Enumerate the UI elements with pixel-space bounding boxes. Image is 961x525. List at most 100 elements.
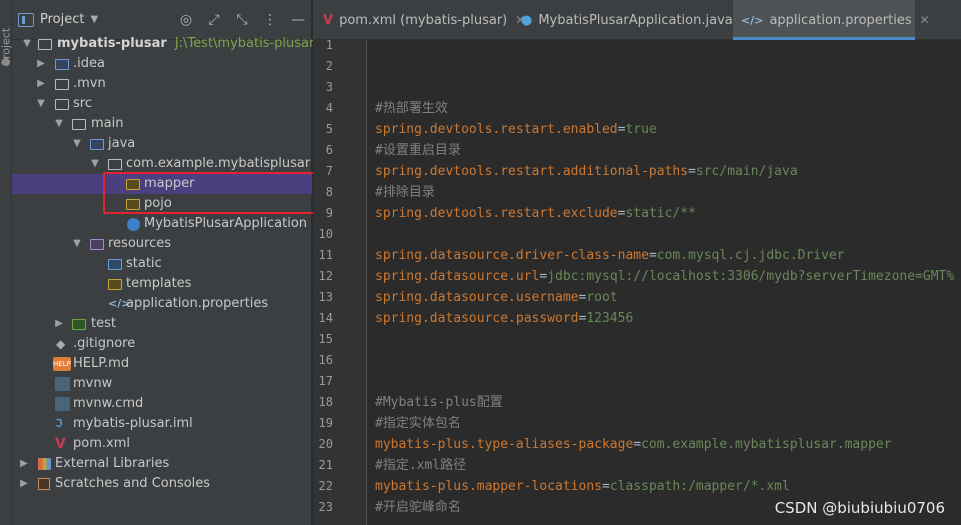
- tree-item-help-md[interactable]: HELP HELP.md: [12, 354, 312, 374]
- line-number: 7: [325, 164, 333, 178]
- line-number-gutter: 1 2 3 4 5 6 7 8 9 10 11 12 13 14 15 16 17 18 19 20 21 22 23: [313, 38, 367, 525]
- tree-item-mvnw[interactable]: mvnw: [12, 374, 312, 394]
- chevron-down-icon[interactable]: ▼: [90, 14, 98, 25]
- tree-item-idea[interactable]: ▶ .idea: [12, 54, 312, 74]
- tree-item-label: application.properties: [126, 296, 269, 311]
- script-file-icon: [55, 377, 70, 391]
- markdown-icon: HELP: [53, 357, 71, 371]
- tab-application-java[interactable]: ● MybatisPlusarApplication.java: [511, 0, 733, 40]
- property-value: com.example.mybatisplusar.mapper: [641, 437, 892, 452]
- hide-panel-icon[interactable]: —: [291, 12, 305, 28]
- side-tool-strip[interactable]: Project: [0, 0, 13, 525]
- chevron-down-icon[interactable]: ▼: [22, 34, 32, 54]
- line-number: 23: [318, 500, 333, 514]
- code-line: spring.devtools.restart.exclude=static/*…: [375, 203, 696, 224]
- code-line: #指定实体包名: [375, 413, 461, 434]
- tree-item-resources[interactable]: ▼ resources: [12, 234, 312, 254]
- tree-item-main[interactable]: ▼ main: [12, 114, 312, 134]
- line-number: 4: [325, 101, 333, 115]
- line-number: 3: [325, 80, 333, 94]
- tree-item-iml[interactable]: ℑ mybatis-plusar.iml: [12, 414, 312, 434]
- expand-all-icon[interactable]: ⤢: [207, 12, 221, 28]
- close-icon[interactable]: ✕: [920, 13, 930, 27]
- tree-item-src[interactable]: ▼ src: [12, 94, 312, 114]
- options-icon[interactable]: ⋮: [263, 12, 277, 28]
- chevron-right-icon[interactable]: ▶: [54, 314, 64, 334]
- tree-item-label: test: [91, 316, 116, 331]
- tree-item-application-properties[interactable]: </> application.properties: [12, 294, 312, 314]
- locate-icon[interactable]: ◎: [179, 12, 193, 28]
- chevron-right-icon[interactable]: ▶: [36, 54, 46, 74]
- tree-item-label: templates: [126, 276, 192, 291]
- tree-item-package[interactable]: ▼ com.example.mybatisplusar: [12, 154, 312, 174]
- code-line: #Mybatis-plus配置: [375, 392, 503, 413]
- project-icon: [18, 12, 34, 27]
- tool-window-icon[interactable]: [2, 58, 10, 66]
- script-file-icon: [55, 397, 70, 411]
- tree-item-mvn[interactable]: ▶ .mvn: [12, 74, 312, 94]
- folder-icon: [108, 259, 122, 270]
- property-key: spring.datasource.password: [375, 311, 579, 326]
- resources-folder-icon: [90, 239, 104, 250]
- chevron-down-icon[interactable]: ▼: [36, 94, 46, 114]
- chevron-down-icon[interactable]: ▼: [72, 134, 82, 154]
- folder-icon: [55, 99, 69, 110]
- tree-item-gitignore[interactable]: ◆ .gitignore: [12, 334, 312, 354]
- line-number: 21: [318, 458, 333, 472]
- tree-item-label: static: [126, 256, 162, 271]
- module-folder-icon: [38, 39, 52, 50]
- code-line: spring.datasource.password=123456: [375, 308, 633, 329]
- tab-pom-xml[interactable]: V pom.xml (mybatis-plusar) ✕: [313, 0, 525, 40]
- property-value: classpath:/mapper/*.xml: [609, 479, 790, 494]
- comment-text: #Mybatis-plus配置: [375, 395, 503, 410]
- code-editor[interactable]: 1 2 3 4 5 6 7 8 9 10 11 12 13 14 15 16 17 18 19 20 21 22 23 #热…: [313, 38, 961, 525]
- chevron-down-icon[interactable]: ▼: [90, 154, 100, 174]
- project-path: J:\Test\mybatis-plusar: [174, 36, 315, 51]
- line-number: 13: [318, 290, 333, 304]
- libraries-icon: [38, 458, 51, 470]
- property-key: spring.devtools.restart.exclude: [375, 206, 618, 221]
- tab-label: application.properties: [769, 12, 912, 28]
- tree-item-label: mybatis-plusar.iml: [73, 416, 193, 431]
- class-icon: ●: [521, 12, 533, 28]
- line-number: 6: [325, 143, 333, 157]
- chevron-right-icon[interactable]: ▶: [36, 74, 46, 94]
- tree-item-label: src: [73, 96, 92, 111]
- tree-item-mybatis-plusar[interactable]: ▼ mybatis-plusar J:\Test\mybatis-plusar: [12, 34, 315, 54]
- project-view-selector[interactable]: Project: [40, 12, 84, 27]
- tree-item-pom-xml[interactable]: V pom.xml: [12, 434, 312, 454]
- collapse-all-icon[interactable]: ⤡: [235, 12, 249, 28]
- tree-item-label: java: [108, 136, 136, 151]
- line-number: 8: [325, 185, 333, 199]
- tree-item-label: com.example.mybatisplusar: [126, 156, 311, 171]
- tree-item-label: .gitignore: [73, 336, 136, 351]
- tree-item-label: Scratches and Consoles: [55, 476, 211, 491]
- tree-item-java[interactable]: ▼ java: [12, 134, 312, 154]
- tree-item-static[interactable]: static: [12, 254, 312, 274]
- tree-item-label: External Libraries: [55, 456, 170, 471]
- line-number: 1: [325, 38, 333, 52]
- tab-application-properties[interactable]: </> application.properties ✕: [733, 0, 930, 40]
- source-folder-icon: [90, 139, 104, 150]
- scratches-icon: [38, 478, 50, 490]
- tab-label: pom.xml (mybatis-plusar): [339, 12, 508, 28]
- tree-item-label: .mvn: [73, 76, 106, 91]
- equals-sign: =: [648, 248, 657, 263]
- chevron-down-icon[interactable]: ▼: [72, 234, 82, 254]
- line-number: 18: [318, 395, 333, 409]
- chevron-right-icon[interactable]: ▶: [19, 474, 29, 494]
- tree-item-mvnw-cmd[interactable]: mvnw.cmd: [12, 394, 312, 414]
- properties-file-icon: </>: [741, 13, 764, 27]
- property-key: spring.datasource.username: [375, 290, 579, 305]
- chevron-right-icon[interactable]: ▶: [19, 454, 29, 474]
- comment-text: #排除目录: [375, 185, 435, 200]
- tree-item-external-libraries[interactable]: ▶ External Libraries: [12, 454, 312, 474]
- chevron-down-icon[interactable]: ▼: [54, 114, 64, 134]
- tree-item-scratches[interactable]: ▶ Scratches and Consoles: [12, 474, 312, 494]
- tree-item-test[interactable]: ▶ test: [12, 314, 312, 334]
- property-key: spring.devtools.restart.enabled: [375, 122, 618, 137]
- tree-item-application-class[interactable]: MybatisPlusarApplication: [12, 214, 312, 234]
- code-line: spring.datasource.username=root: [375, 287, 618, 308]
- property-value: src/main/java: [695, 164, 798, 179]
- tree-item-templates[interactable]: templates: [12, 274, 312, 294]
